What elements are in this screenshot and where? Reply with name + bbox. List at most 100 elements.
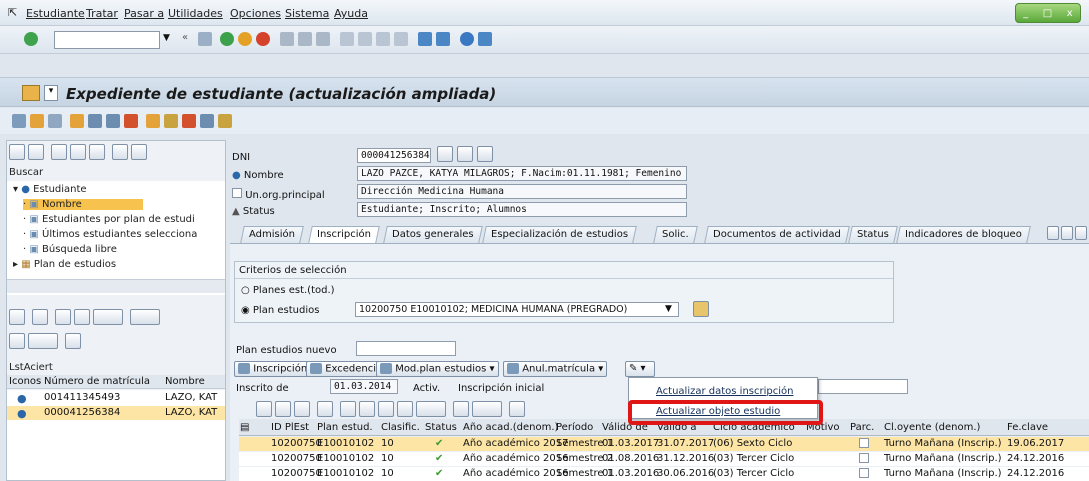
create-icon[interactable] xyxy=(70,114,84,128)
tree-item-plan[interactable]: · ▣ Estudiantes por plan de estudi xyxy=(23,214,195,225)
print-icon[interactable] xyxy=(453,401,469,417)
tree-item-nombre[interactable]: · ▣ Nombre xyxy=(23,199,143,210)
tree-item-estudiante[interactable]: ▾ ● Estudiante xyxy=(13,184,87,195)
column-header[interactable]: Plan estud. xyxy=(317,422,373,433)
exit-icon[interactable]: ⇱ xyxy=(8,6,17,19)
filter-icon[interactable] xyxy=(93,309,123,325)
tab-indicadores[interactable]: Indicadores de bloqueo xyxy=(896,226,1031,243)
document-icon[interactable] xyxy=(106,114,120,128)
menu-estudiante[interactable]: Estudiante xyxy=(26,7,85,20)
column-header[interactable]: Cl.oyente (denom.) xyxy=(884,422,980,433)
cancel-icon[interactable] xyxy=(256,32,270,46)
parcial-checkbox[interactable] xyxy=(859,453,869,466)
dni-field[interactable]: 000041256384 xyxy=(357,148,431,163)
column-header[interactable]: Período xyxy=(556,422,593,433)
new-session-icon[interactable] xyxy=(418,32,432,46)
plan-select[interactable]: 10200750 E10010102; MEDICINA HUMANA (PRE… xyxy=(355,302,679,317)
radio-plan-estudios[interactable]: ◉ Plan estudios xyxy=(241,305,319,316)
execute-icon[interactable] xyxy=(693,301,709,317)
details-icon[interactable] xyxy=(256,401,272,417)
first-page-icon[interactable] xyxy=(340,32,354,46)
find-icon[interactable] xyxy=(298,32,312,46)
list-item[interactable]: ● 000041256384 LAZO, KAT xyxy=(7,406,225,420)
last-page-icon[interactable] xyxy=(394,32,408,46)
folder-icon[interactable] xyxy=(146,114,160,128)
info-icon[interactable] xyxy=(509,401,525,417)
column-header[interactable]: Clasific. xyxy=(381,422,420,433)
export-icon[interactable] xyxy=(130,309,160,325)
find-next-icon[interactable] xyxy=(316,32,330,46)
menu-dropdown-icon[interactable]: ▾ xyxy=(44,85,58,101)
mod-plan-button[interactable]: Mod.plan estudios ▾ xyxy=(376,361,499,377)
column-header[interactable]: Fe.clave xyxy=(1007,422,1048,433)
add-favorite-icon[interactable] xyxy=(70,144,86,160)
document-icon[interactable] xyxy=(437,146,453,162)
edit-menu-button[interactable]: ✎ ▾ xyxy=(625,361,655,377)
table-row[interactable]: 10200750 E10010102 10 ✔ Año académico 20… xyxy=(239,452,1089,466)
parcial-checkbox[interactable] xyxy=(859,438,869,451)
binoculars-next-icon[interactable] xyxy=(397,401,413,417)
parcial-checkbox[interactable] xyxy=(859,468,869,481)
menu-item-actualizar-datos[interactable]: Actualizar datos inscripción xyxy=(656,386,793,397)
book-icon[interactable] xyxy=(182,114,196,128)
close-button[interactable]: x xyxy=(1067,8,1073,19)
select-all-icon[interactable]: ▤ xyxy=(240,422,249,433)
menu-sistema[interactable]: Sistema xyxy=(285,7,329,20)
save-icon[interactable] xyxy=(198,32,212,46)
table-row[interactable]: 10200750 E10010102 10 ✔ Año académico 20… xyxy=(239,467,1089,481)
column-header[interactable]: ID PlEst xyxy=(271,422,309,433)
back-nav-icon[interactable] xyxy=(9,144,25,160)
chevron-down-icon[interactable]: ▼ xyxy=(665,304,672,314)
find-icon[interactable] xyxy=(32,309,48,325)
tree-item-plan-estudios[interactable]: ▸ ▦ Plan de estudios xyxy=(13,259,116,270)
extra-field[interactable] xyxy=(818,379,908,394)
history-icon[interactable]: « xyxy=(182,32,196,46)
enter-icon[interactable] xyxy=(24,32,38,46)
attachment-icon[interactable] xyxy=(218,114,232,128)
tab-admision[interactable]: Admisión xyxy=(240,226,304,243)
command-field[interactable] xyxy=(54,31,160,49)
plan-nuevo-field[interactable] xyxy=(356,341,456,356)
menu-pasar-a[interactable]: Pasar a xyxy=(124,7,164,20)
remove-favorite-icon[interactable] xyxy=(89,144,105,160)
student-icon[interactable] xyxy=(30,114,44,128)
column-header[interactable]: Año acad.(denom.) xyxy=(463,422,558,433)
shortcut-icon[interactable] xyxy=(436,32,450,46)
other-icon[interactable] xyxy=(477,146,493,162)
sort-descending-icon[interactable] xyxy=(74,309,90,325)
tree-item-ultimos[interactable]: · ▣ Últimos estudiantes selecciona xyxy=(23,229,197,240)
help-icon[interactable] xyxy=(460,32,474,46)
delete-icon[interactable] xyxy=(124,114,138,128)
sort-ascending-icon[interactable] xyxy=(340,401,356,417)
anul-matricula-button[interactable]: Anul.matrícula ▾ xyxy=(503,361,608,377)
minimize-button[interactable]: _ xyxy=(1023,8,1028,19)
layout-menu-icon[interactable] xyxy=(478,32,492,46)
radio-planes-todos[interactable]: ○ Planes est.(tod.) xyxy=(241,285,335,296)
tab-documentos[interactable]: Documentos de actividad xyxy=(704,226,850,243)
print-icon[interactable] xyxy=(280,32,294,46)
delete-icon[interactable] xyxy=(294,401,310,417)
column-header[interactable]: Parc. xyxy=(850,422,874,433)
forward-nav-icon[interactable] xyxy=(28,144,44,160)
tab-inscripcion[interactable]: Inscripción xyxy=(308,226,380,243)
edit-icon[interactable] xyxy=(457,146,473,162)
next-page-icon[interactable] xyxy=(376,32,390,46)
navigate-icon[interactable] xyxy=(48,114,62,128)
tab-status[interactable]: Status xyxy=(848,226,898,243)
export-icon[interactable] xyxy=(472,401,502,417)
maximize-button[interactable]: □ xyxy=(1043,8,1052,19)
table-row[interactable]: 10200750 E10010102 10 ✔ Año académico 20… xyxy=(239,437,1089,451)
excedencia-button[interactable]: Excedencia xyxy=(306,361,387,377)
back-icon[interactable] xyxy=(220,32,234,46)
list-item[interactable]: ● 001411345493 LAZO, KAT xyxy=(7,391,225,405)
tab-list-icon[interactable] xyxy=(1075,226,1087,240)
sort-ascending-icon[interactable] xyxy=(55,309,71,325)
expand-icon[interactable] xyxy=(112,144,128,160)
sort-descending-icon[interactable] xyxy=(359,401,375,417)
edit-icon[interactable] xyxy=(275,401,291,417)
collapse-icon[interactable] xyxy=(131,144,147,160)
find-icon[interactable] xyxy=(317,401,333,417)
binoculars-icon[interactable] xyxy=(88,114,102,128)
print-icon[interactable] xyxy=(9,333,25,349)
tab-datos-generales[interactable]: Datos generales xyxy=(383,226,483,243)
